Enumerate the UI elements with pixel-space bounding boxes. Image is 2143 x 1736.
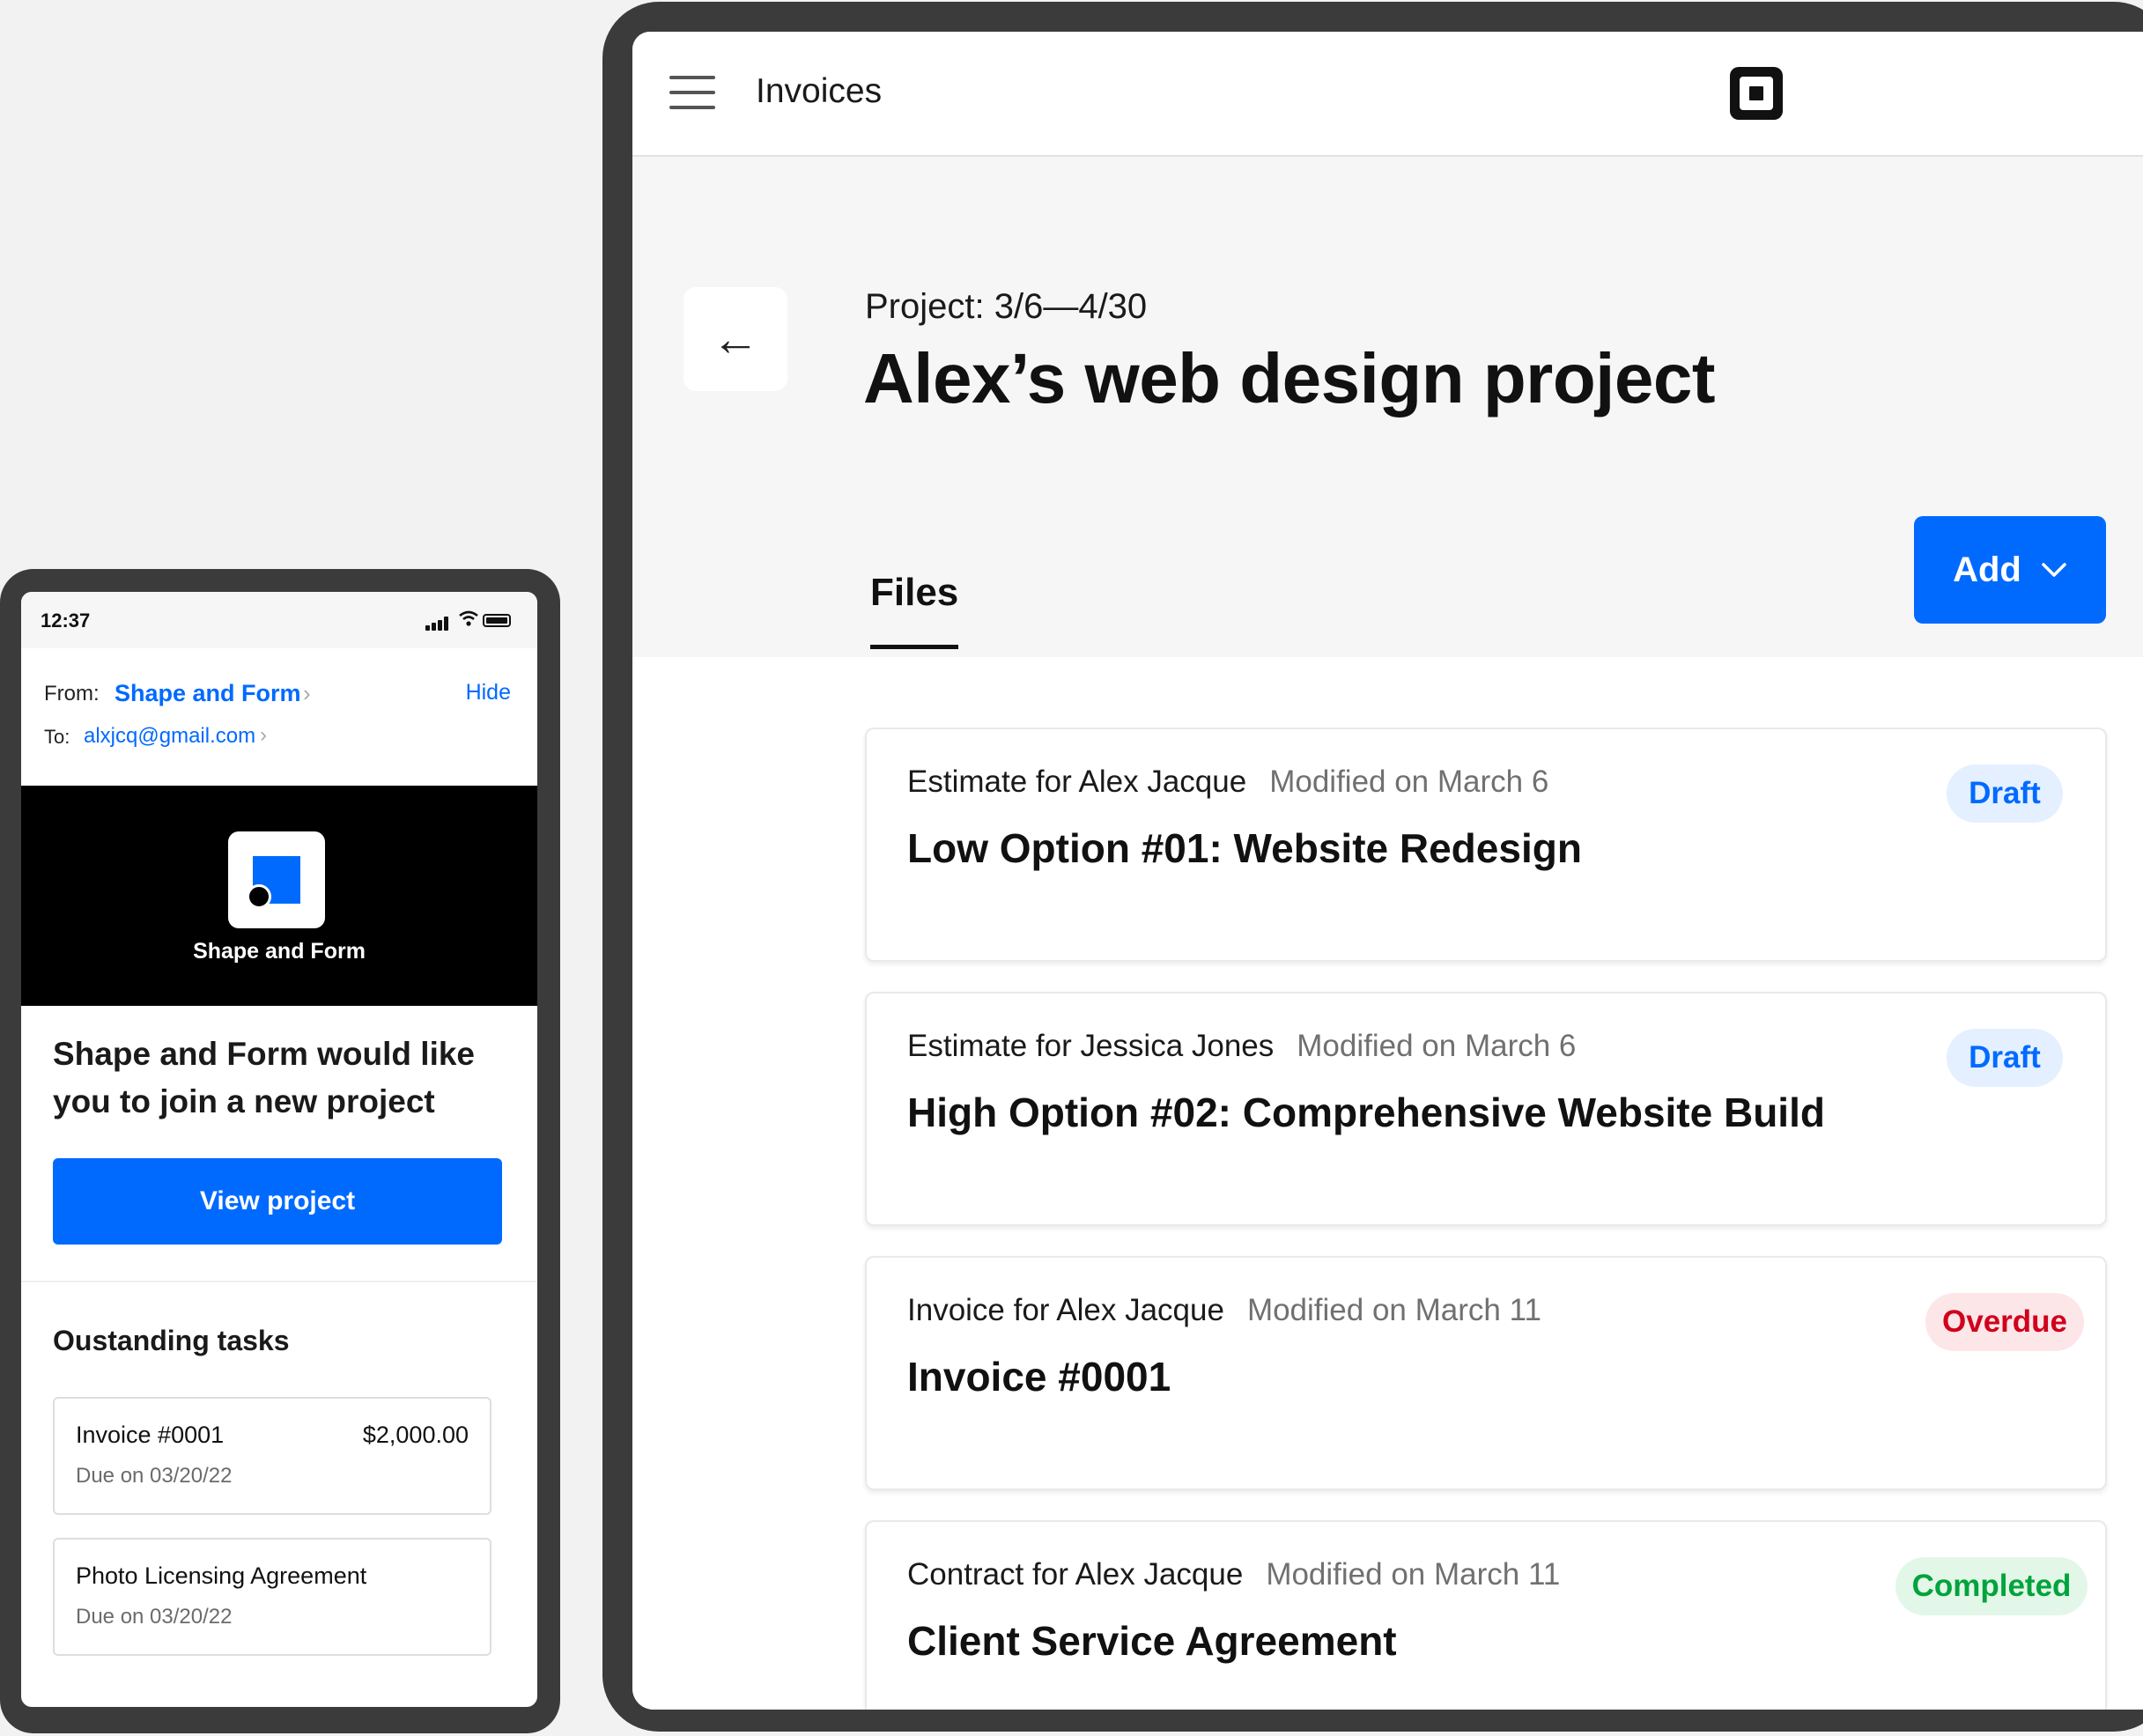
recipient-link[interactable]: alxjcq@gmail.com xyxy=(84,724,255,749)
chevron-right-icon: › xyxy=(303,680,311,706)
file-recipient: Contract for Alex Jacque xyxy=(907,1557,1244,1592)
hide-link[interactable]: Hide xyxy=(466,680,511,705)
back-button[interactable]: ← xyxy=(684,287,787,391)
task-due-date: Due on 03/20/22 xyxy=(76,1464,233,1488)
status-badge: Draft xyxy=(1947,765,2063,823)
phone-device: 12:37 From: Shape and Form › Hide To: al… xyxy=(0,569,560,1733)
to-label: To: xyxy=(44,726,70,748)
file-title: Invoice #0001 xyxy=(907,1354,1171,1400)
app-title: Invoices xyxy=(756,72,883,110)
tasks-heading: Oustanding tasks xyxy=(53,1325,290,1356)
task-due-date: Due on 03/20/22 xyxy=(76,1605,233,1629)
file-meta: Contract for Alex Jacque Modified on Marc… xyxy=(907,1557,1560,1592)
shape-and-form-logo xyxy=(228,831,325,928)
phone-screen: 12:37 From: Shape and Form › Hide To: al… xyxy=(21,592,537,1707)
status-time: 12:37 xyxy=(41,609,91,632)
brand-name: Shape and Form xyxy=(193,939,366,964)
task-card[interactable]: Photo Licensing Agreement Due on 03/20/2… xyxy=(53,1538,491,1656)
add-button[interactable]: Add xyxy=(1914,516,2106,624)
file-card[interactable]: Estimate for Alex Jacque Modified on Marc… xyxy=(865,728,2107,962)
file-recipient: Estimate for Jessica Jones xyxy=(907,1029,1275,1063)
tab-files[interactable]: Files xyxy=(870,571,958,615)
add-button-label: Add xyxy=(1953,550,2021,589)
status-badge: Draft xyxy=(1947,1029,2063,1087)
file-card[interactable]: Invoice for Alex Jacque Modified on March… xyxy=(865,1256,2107,1490)
chevron-right-icon: › xyxy=(260,723,267,747)
file-title: Client Service Agreement xyxy=(907,1618,1397,1664)
battery-icon xyxy=(483,614,511,627)
wifi-icon xyxy=(458,609,479,632)
file-modified: Modified on March 6 xyxy=(1269,765,1549,799)
tablet-screen: Invoices ← Project: 3/6—4/30 Alex’s web … xyxy=(632,32,2143,1710)
file-card[interactable]: Contract for Alex Jacque Modified on Marc… xyxy=(865,1520,2107,1710)
task-name: Photo Licensing Agreement xyxy=(76,1562,367,1589)
file-recipient: Estimate for Alex Jacque xyxy=(907,765,1247,799)
task-amount: $2,000.00 xyxy=(362,1422,469,1448)
file-modified: Modified on March 6 xyxy=(1297,1029,1577,1063)
task-card[interactable]: Invoice #0001 $2,000.00 Due on 03/20/22 xyxy=(53,1397,491,1515)
file-meta: Estimate for Alex Jacque Modified on Marc… xyxy=(907,765,1548,800)
from-label: From: xyxy=(44,682,100,705)
email-header: From: Shape and Form › Hide To: alxjcq@g… xyxy=(21,648,537,786)
top-app-bar: Invoices xyxy=(632,32,2143,157)
menu-icon[interactable] xyxy=(669,76,717,109)
view-project-button[interactable]: View project xyxy=(53,1158,502,1245)
task-name: Invoice #0001 xyxy=(76,1422,225,1448)
file-modified: Modified on March 11 xyxy=(1246,1293,1541,1327)
file-meta: Estimate for Jessica Jones Modified on Ma… xyxy=(907,1029,1576,1064)
divider xyxy=(21,1281,537,1282)
page-title: Alex’s web design project xyxy=(863,339,1716,417)
chevron-down-icon xyxy=(2042,563,2066,577)
file-title: Low Option #01: Website Redesign xyxy=(907,825,1582,871)
file-title: High Option #02: Comprehensive Website B… xyxy=(907,1090,1825,1135)
status-badge: Completed xyxy=(1895,1557,2088,1615)
signal-icon xyxy=(425,615,452,631)
file-meta: Invoice for Alex Jacque Modified on March… xyxy=(907,1293,1541,1328)
active-tab-indicator xyxy=(870,645,958,649)
sender-link[interactable]: Shape and Form xyxy=(115,680,301,707)
status-bar: 12:37 xyxy=(21,592,537,648)
square-logo-icon xyxy=(1730,67,1783,120)
status-badge: Overdue xyxy=(1925,1293,2084,1351)
invite-message: Shape and Form would like you to join a … xyxy=(53,1036,476,1119)
file-recipient: Invoice for Alex Jacque xyxy=(907,1293,1224,1327)
back-arrow-icon: ← xyxy=(712,313,759,366)
file-modified: Modified on March 11 xyxy=(1266,1557,1561,1592)
file-card[interactable]: Estimate for Jessica Jones Modified on Ma… xyxy=(865,992,2107,1226)
tablet-device: Invoices ← Project: 3/6—4/30 Alex’s web … xyxy=(602,2,2143,1732)
brand-banner: Shape and Form xyxy=(21,786,537,1006)
files-list: Estimate for Alex Jacque Modified on Marc… xyxy=(632,657,2143,1710)
project-dates: Project: 3/6—4/30 xyxy=(865,287,1148,326)
